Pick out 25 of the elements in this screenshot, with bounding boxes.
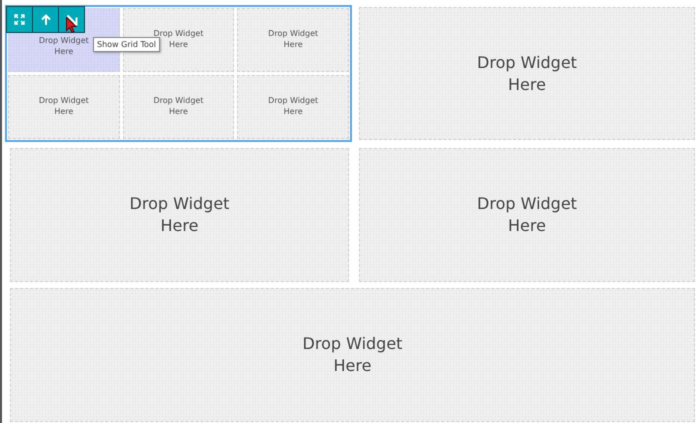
drop-zone-label: Drop Widget Here [268, 96, 318, 118]
drop-zone[interactable]: Drop Widget Here [122, 75, 234, 139]
toolbar-button[interactable] [6, 6, 33, 33]
nested-grid-container[interactable]: Drop Widget Here Drop Widget Here Drop Widget Here Drop Widget Here Drop Widget Here Drop Widget Here Show Grid Tool [5, 5, 352, 142]
drop-zone-label: Drop Widget Here [154, 96, 204, 118]
drop-zone[interactable]: Drop Widget Here [359, 148, 695, 282]
drop-zone-label: Drop Widget Here [268, 29, 318, 51]
expand-icon [14, 14, 25, 25]
drop-zone-label: Drop Widget Here [477, 52, 577, 96]
drop-zone[interactable]: Drop Widget Here [10, 148, 349, 282]
drop-zone-label: Drop Widget Here [38, 36, 89, 58]
drop-zone-label: Drop Widget Here [477, 193, 577, 237]
drop-zone[interactable]: Drop Widget Here [237, 75, 349, 139]
drop-zone[interactable]: Drop Widget Here [359, 7, 695, 140]
arrow-down-right-icon [66, 14, 78, 26]
drop-zone[interactable]: Drop Widget Here [10, 288, 695, 422]
drop-zone[interactable]: Drop Widget Here [237, 8, 349, 72]
drop-zone-label: Drop Widget Here [38, 96, 89, 118]
drop-zone-label: Drop Widget Here [130, 193, 230, 237]
arrow-up-icon [40, 14, 50, 26]
drop-zone-label: Drop Widget Here [302, 333, 402, 377]
drop-zone[interactable]: Drop Widget Here [8, 75, 120, 139]
cursor-icon [66, 17, 77, 33]
tooltip: Show Grid Tool [93, 37, 160, 52]
toolbar-button[interactable] [32, 6, 59, 33]
